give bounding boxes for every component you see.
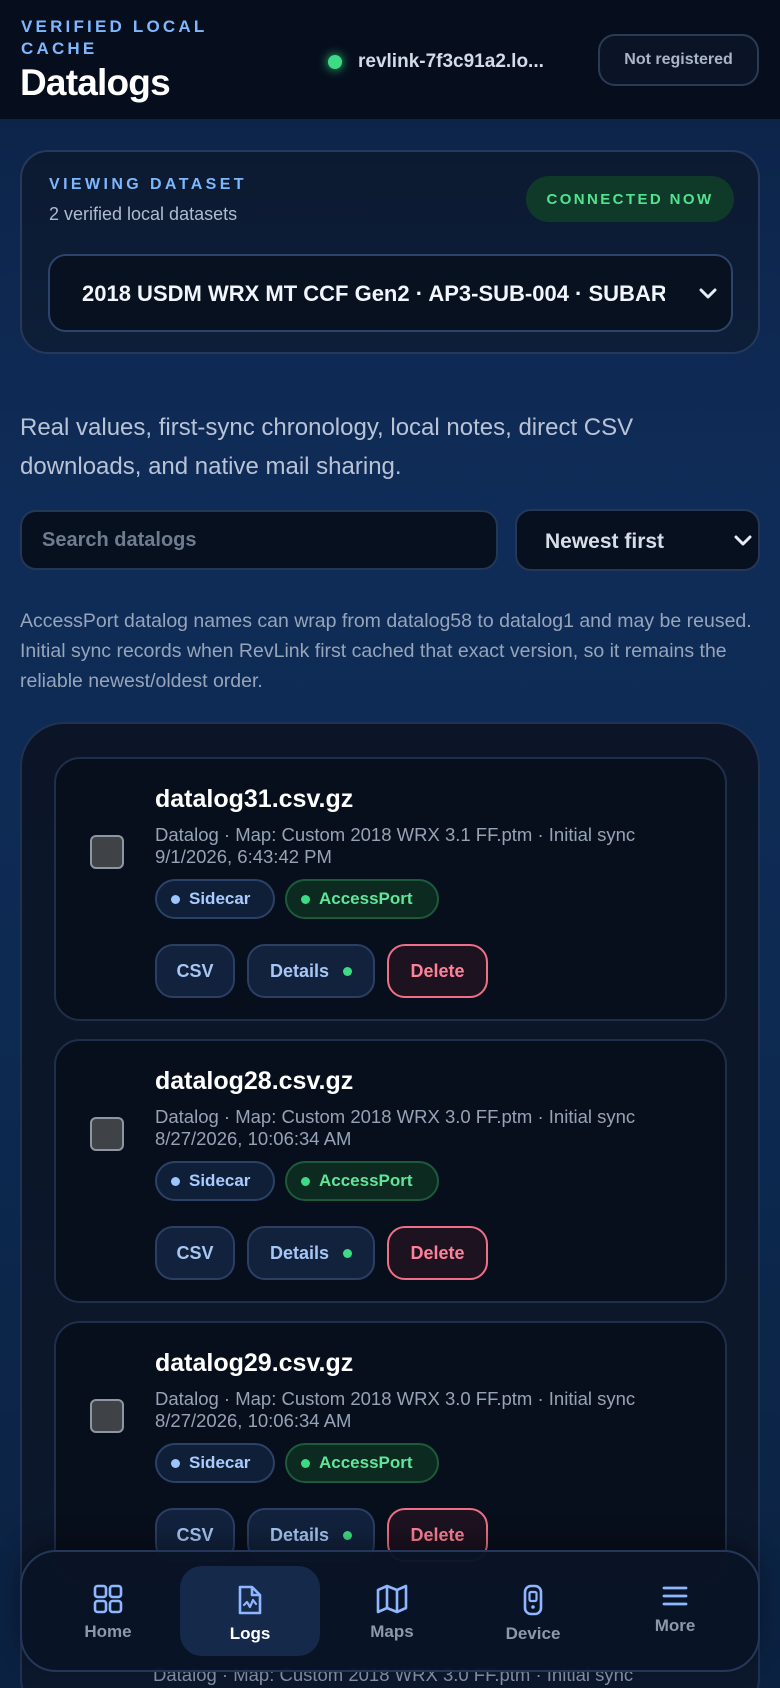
badge-dot: [171, 1176, 180, 1186]
details-status-dot: [343, 1248, 353, 1258]
details-label: Details: [269, 1242, 330, 1263]
datalog-card: datalog28.csv.gz Datalog · Map: Custom 2…: [54, 1039, 727, 1303]
dataset-select[interactable]: 2018 USDM WRX MT CCF Gen2 · AP3-SUB-004 …: [48, 254, 733, 332]
datalog-card: datalog31.csv.gz Datalog · Map: Custom 2…: [54, 757, 727, 1021]
datalog-meta: Datalog · Map: Custom 2018 WRX 3.0 FF.pt…: [155, 1388, 636, 1431]
dataset-card: VIEWING DATASET 2 verified local dataset…: [20, 150, 760, 354]
dataset-label: VIEWING DATASET: [49, 176, 247, 193]
datalog-title: datalog29.csv.gz: [155, 1349, 354, 1377]
select-checkbox[interactable]: [90, 1117, 124, 1151]
ordering-note: AccessPort datalog names can wrap from d…: [20, 610, 752, 692]
badge-dot: [171, 1458, 180, 1468]
grid-icon: [93, 1584, 123, 1614]
delete-button[interactable]: Delete: [387, 1226, 488, 1280]
details-status-dot: [343, 966, 353, 976]
nav-label: Device: [505, 1624, 561, 1643]
nav-label: Logs: [229, 1624, 271, 1643]
nav-item-maps[interactable]: Maps: [322, 1566, 462, 1656]
accessport-badge: AccessPort: [285, 1161, 439, 1201]
chevron-down-icon: [699, 288, 717, 299]
badge-label: AccessPort: [319, 1453, 413, 1472]
datalog-title: datalog28.csv.gz: [155, 1067, 354, 1095]
menu-icon: [662, 1586, 688, 1606]
sidecar-badge: Sidecar: [155, 879, 275, 919]
select-checkbox[interactable]: [90, 1399, 124, 1433]
accessport-badge: AccessPort: [285, 1443, 439, 1483]
bottom-nav: Home Logs Maps Device More: [20, 1550, 760, 1672]
page-title: Datalogs: [20, 62, 171, 103]
datalog-meta: Datalog · Map: Custom 2018 WRX 3.1 FF.pt…: [155, 824, 636, 867]
top-bar: VERIFIED LOCAL CACHE Datalogs revlink-7f…: [0, 0, 780, 120]
details-label: Details: [269, 1524, 330, 1545]
badge-label: AccessPort: [319, 889, 413, 908]
datalog-card: datalog29.csv.gz Datalog · Map: Custom 2…: [54, 1321, 727, 1585]
registration-status-button[interactable]: Not registered: [598, 34, 759, 86]
nav-label: Maps: [370, 1622, 414, 1641]
details-status-dot: [343, 1530, 353, 1540]
search-box: [20, 510, 498, 570]
badge-label: Sidecar: [189, 1171, 251, 1190]
nav-label: More: [654, 1616, 696, 1635]
badge-label: AccessPort: [319, 1171, 413, 1190]
delete-button[interactable]: Delete: [387, 944, 488, 998]
badge-dot: [301, 1176, 310, 1186]
device-status[interactable]: revlink-7f3c91a2.lo...: [328, 50, 544, 74]
chevron-down-icon: [734, 535, 752, 546]
nav-item-more[interactable]: More: [605, 1566, 745, 1656]
badge-dot: [301, 894, 310, 904]
sidecar-badge: Sidecar: [155, 1161, 275, 1201]
dataset-count: 2 verified local datasets: [49, 204, 238, 224]
sidecar-badge: Sidecar: [155, 1443, 275, 1483]
device-icon: [523, 1584, 543, 1616]
datalog-title: datalog31.csv.gz: [155, 785, 354, 813]
page-description: Real values, first-sync chronology, loca…: [20, 414, 634, 480]
connection-status-badge: CONNECTED NOW: [526, 176, 734, 222]
file-chart-icon: [238, 1585, 262, 1615]
details-label: Details: [269, 960, 330, 981]
details-button[interactable]: Details: [247, 1226, 375, 1280]
map-icon: [376, 1584, 408, 1614]
badge-label: Sidecar: [189, 1453, 251, 1472]
nav-item-logs[interactable]: Logs: [180, 1566, 320, 1656]
nav-item-device[interactable]: Device: [463, 1566, 603, 1656]
accessport-badge: AccessPort: [285, 879, 439, 919]
nav-item-home[interactable]: Home: [38, 1566, 178, 1656]
cache-eyebrow: VERIFIED LOCAL CACHE: [21, 17, 208, 58]
device-name: revlink-7f3c91a2.lo...: [358, 51, 544, 72]
online-status-dot: [328, 55, 342, 69]
csv-download-button[interactable]: CSV: [155, 1226, 235, 1280]
badge-dot: [171, 894, 180, 904]
select-checkbox[interactable]: [90, 835, 124, 869]
dataset-select-value: 2018 USDM WRX MT CCF Gen2 · AP3-SUB-004 …: [82, 281, 665, 306]
datalog-meta: Datalog · Map: Custom 2018 WRX 3.0 FF.pt…: [155, 1106, 636, 1149]
badge-label: Sidecar: [189, 889, 251, 908]
sort-select-value: Newest first: [545, 530, 665, 553]
details-button[interactable]: Details: [247, 944, 375, 998]
csv-download-button[interactable]: CSV: [155, 944, 235, 998]
badge-dot: [301, 1458, 310, 1468]
sort-select[interactable]: Newest first: [515, 509, 760, 571]
search-input[interactable]: [22, 512, 496, 568]
nav-label: Home: [84, 1622, 132, 1641]
